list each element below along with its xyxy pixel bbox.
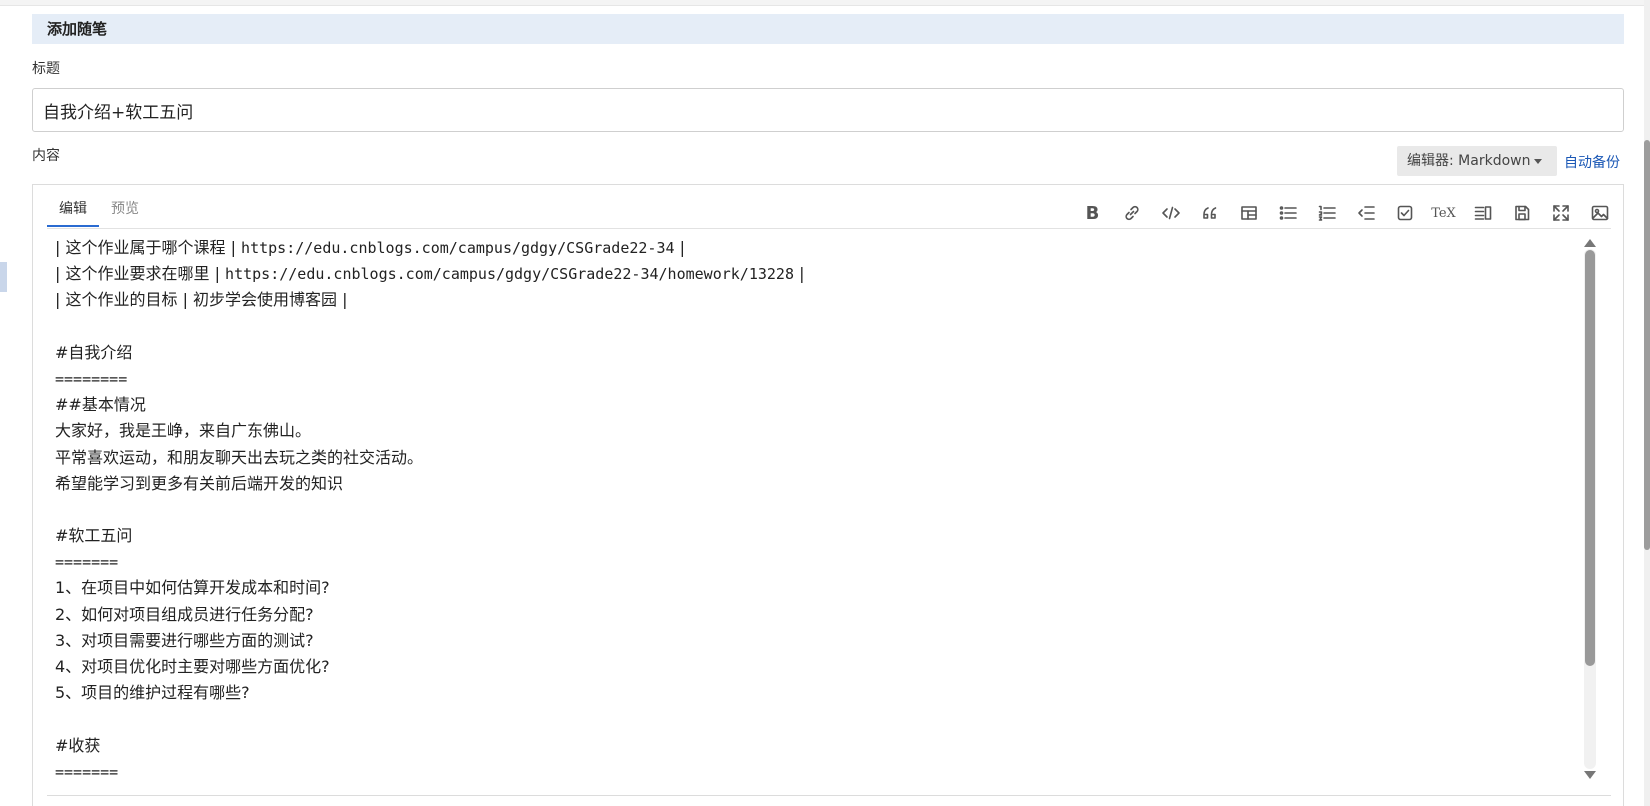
- scroll-down-icon[interactable]: [1584, 771, 1596, 779]
- image-button[interactable]: [1580, 201, 1619, 225]
- content-line-9-text: 平常喜欢运动，和朋友聊天出去玩之类的社交活动。: [55, 447, 424, 467]
- content-line-13-text: =======: [55, 553, 119, 572]
- content-line-15-text: 2、如何对项目组成员进行任务分配?: [55, 604, 314, 624]
- content-line-5: #自我介绍: [55, 340, 1583, 366]
- link-icon: [1124, 205, 1139, 221]
- tex-button[interactable]: TeX: [1424, 201, 1463, 225]
- content-line-4: [55, 314, 1583, 340]
- image-icon: [1591, 205, 1608, 221]
- bold-button[interactable]: B: [1073, 201, 1112, 225]
- content-line-18: 5、项目的维护过程有哪些?: [55, 680, 1583, 706]
- scroll-up-icon[interactable]: [1584, 239, 1596, 247]
- outdent-button[interactable]: [1346, 201, 1385, 225]
- content-line-20: #收获: [55, 733, 1583, 759]
- save-icon: [1514, 205, 1529, 221]
- content-line-9: 平常喜欢运动，和朋友聊天出去玩之类的社交活动。: [55, 445, 1583, 471]
- checkbox-button[interactable]: [1385, 201, 1424, 225]
- link-button[interactable]: [1112, 201, 1151, 225]
- content-line-14-text: 1、在项目中如何估算开发成本和时间?: [55, 578, 330, 598]
- table-icon: [1240, 206, 1257, 220]
- outdent-icon: [1357, 206, 1375, 220]
- markdown-textarea[interactable]: | 这个作业属于哪个课程 | https://edu.cnblogs.com/c…: [47, 235, 1583, 781]
- content-line-3: | 这个作业的目标 | 初步学会使用博客园 |: [55, 287, 1583, 313]
- left-accent: [0, 262, 7, 292]
- content-line-16: 3、对项目需要进行哪些方面的测试?: [55, 628, 1583, 654]
- code-icon: [1161, 206, 1180, 220]
- caret-down-icon: [1534, 158, 1543, 164]
- editor-bottom-divider: [47, 795, 1611, 796]
- code-button[interactable]: [1151, 201, 1190, 225]
- content-line-11: [55, 497, 1583, 523]
- content-line-7: ##基本情况: [55, 392, 1583, 418]
- content-label: 内容: [32, 148, 60, 164]
- content-line-10: 希望能学习到更多有关前后端开发的知识: [55, 471, 1583, 497]
- tab-edit[interactable]: 编辑: [47, 193, 99, 227]
- content-line-6-text: ========: [55, 369, 128, 388]
- content-line-8-text: 大家好，我是王峥，来自广东佛山。: [55, 421, 312, 441]
- content-line-21-text: =======: [55, 762, 119, 781]
- editor-scrollbar[interactable]: [1581, 237, 1599, 781]
- editor-select-label: 编辑器: Markdown: [1407, 153, 1531, 169]
- page-scrollbar-thumb[interactable]: [1644, 140, 1650, 550]
- table-button[interactable]: [1229, 201, 1268, 225]
- toc-button[interactable]: [1463, 201, 1502, 225]
- content-line-3-text: | 这个作业的目标 | 初步学会使用博客园 |: [55, 290, 348, 310]
- title-label: 标题: [32, 61, 60, 77]
- auto-backup-link[interactable]: 自动备份: [1564, 152, 1620, 172]
- content-line-7-text: ##基本情况: [55, 395, 146, 415]
- content-line-15: 2、如何对项目组成员进行任务分配?: [55, 602, 1583, 628]
- content-line-17: 4、对项目优化时主要对哪些方面优化?: [55, 654, 1583, 680]
- content-line-6: ========: [55, 366, 1583, 392]
- save-button[interactable]: [1502, 201, 1541, 225]
- content-line-12-text: #软工五问: [55, 526, 133, 546]
- tex-icon: TeX: [1431, 205, 1456, 221]
- editor-tabs: 编辑 预览: [47, 193, 151, 227]
- page-scrollbar[interactable]: [1644, 0, 1650, 806]
- section-title: 添加随笔: [32, 14, 1624, 44]
- content-line-1: | 这个作业属于哪个课程 | https://edu.cnblogs.com/c…: [55, 235, 1583, 261]
- title-input[interactable]: [32, 88, 1624, 132]
- tab-divider: [47, 228, 1611, 229]
- content-line-1-text: | 这个作业属于哪个课程 | https://edu.cnblogs.com/c…: [55, 238, 686, 257]
- top-strip: [0, 0, 1650, 6]
- tab-preview[interactable]: 预览: [99, 193, 151, 227]
- content-line-18-text: 5、项目的维护过程有哪些?: [55, 683, 250, 703]
- editor-select[interactable]: 编辑器: Markdown: [1397, 146, 1557, 176]
- toc-icon: [1474, 206, 1491, 220]
- content-line-16-text: 3、对项目需要进行哪些方面的测试?: [55, 630, 314, 650]
- content-line-17-text: 4、对项目优化时主要对哪些方面优化?: [55, 657, 330, 676]
- bullet-list-button[interactable]: [1268, 201, 1307, 225]
- content-line-12: #软工五问: [55, 523, 1583, 549]
- content-line-2-text: | 这个作业要求在哪里 | https://edu.cnblogs.com/ca…: [55, 264, 805, 284]
- content-line-8: 大家好，我是王峥，来自广东佛山。: [55, 418, 1583, 444]
- content-line-2: | 这个作业要求在哪里 | https://edu.cnblogs.com/ca…: [55, 261, 1583, 287]
- content-line-14: 1、在项目中如何估算开发成本和时间?: [55, 575, 1583, 601]
- content-line-20-text: #收获: [55, 735, 101, 755]
- bullet-list-icon: [1279, 206, 1297, 220]
- markdown-editor: 编辑 预览 B TeX | 这个作业属于哪个课程 | https://edu.c…: [32, 184, 1624, 806]
- content-line-19: [55, 706, 1583, 732]
- checkbox-icon: [1397, 205, 1412, 221]
- bold-icon: B: [1085, 202, 1100, 224]
- editor-toolbar: B TeX: [1073, 201, 1619, 225]
- quote-icon: [1202, 207, 1216, 219]
- fullscreen-button[interactable]: [1541, 201, 1580, 225]
- fullscreen-icon: [1552, 205, 1569, 221]
- editor-scrollbar-thumb[interactable]: [1585, 250, 1595, 666]
- numbered-list-icon: [1318, 205, 1336, 221]
- content-line-21: =======: [55, 759, 1583, 781]
- content-line-10-text: 希望能学习到更多有关前后端开发的知识: [55, 473, 344, 493]
- content-line-5-text: #自我介绍: [55, 342, 133, 362]
- numbered-list-button[interactable]: [1307, 201, 1346, 225]
- content-line-13: =======: [55, 549, 1583, 575]
- quote-button[interactable]: [1190, 201, 1229, 225]
